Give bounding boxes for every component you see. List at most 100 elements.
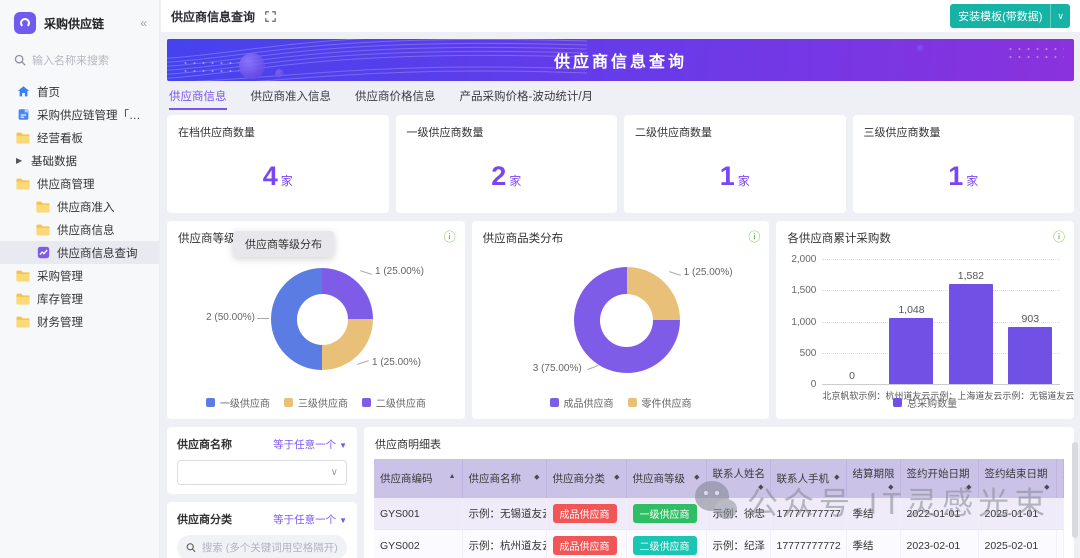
sidebar-item-inventory-mgmt[interactable]: 库存管理 xyxy=(0,287,159,310)
sort-icon: ◆ xyxy=(834,473,839,481)
legend-item[interactable]: 一级供应商 xyxy=(206,395,270,410)
col-header-settle[interactable]: 结算期限◆ xyxy=(846,459,900,498)
sidebar-item-home[interactable]: 首页 xyxy=(0,80,159,103)
folder-icon xyxy=(16,292,30,306)
table-row[interactable]: GYS002示例：杭州道友云 成品供应商 二级供应商 示例：纪泽17777777… xyxy=(374,530,1064,558)
stat-card-total-suppliers: 在档供应商数量 4家 xyxy=(167,115,389,213)
page: 采购供应链 « 输入名称来搜索 首页 采购供应链管理「必看说明」 经营看板 ▶ … xyxy=(0,0,1080,558)
table-row[interactable]: GYS001示例：无锡道友云 成品供应商 一级供应商 示例：徐忠17777777… xyxy=(374,498,1064,530)
sidebar-item-finance-mgmt[interactable]: 财务管理 xyxy=(0,310,159,333)
sidebar-item-manual[interactable]: 采购供应链管理「必看说明」 xyxy=(0,103,159,126)
category-search-input[interactable] xyxy=(202,542,338,554)
pie-label: 1 (25.00%) xyxy=(684,267,733,278)
col-header-phone[interactable]: 联系人手机◆ xyxy=(770,459,846,498)
y-axis-tick: 2,000 xyxy=(776,254,816,265)
vertical-scrollbar[interactable] xyxy=(1072,442,1078,538)
supplier-table: 供应商编码▲ 供应商名称◆ 供应商分类◆ 供应商等级◆ 联系人姓名◆ 联系人手机… xyxy=(374,459,1064,558)
supplier-table-card: 供应商明细表 供应商编码▲ 供应商名称◆ 供应商分类◆ xyxy=(364,427,1074,558)
leader-line xyxy=(669,271,681,276)
sidebar-search-placeholder: 输入名称来搜索 xyxy=(32,52,109,68)
sort-icon: ◆ xyxy=(966,483,971,491)
install-template-button[interactable]: 安装模板(带数据) ∨ xyxy=(950,4,1070,28)
col-header-start[interactable]: 签约开始日期◆ xyxy=(900,459,978,498)
legend-item[interactable]: 成品供应商 xyxy=(550,395,614,410)
info-icon[interactable]: ⓘ xyxy=(748,228,760,245)
info-icon[interactable]: ⓘ xyxy=(1053,228,1065,245)
category-search-box[interactable] xyxy=(177,535,347,558)
col-header-code[interactable]: 供应商编码▲ xyxy=(374,459,462,498)
col-header-address[interactable]: 供应商地址 xyxy=(1056,459,1064,498)
col-header-category[interactable]: 供应商分类◆ xyxy=(546,459,626,498)
category-badge: 成品供应商 xyxy=(553,504,617,523)
tab-bar: 供应商信息 供应商准入信息 供应商价格信息 产品采购价格-波动统计/月 xyxy=(169,83,1072,110)
col-header-contact[interactable]: 联系人姓名◆ xyxy=(706,459,770,498)
chart-report-icon xyxy=(36,246,50,260)
sidebar-item-dashboard[interactable]: 经营看板 xyxy=(0,126,159,149)
banner-circle-decoration xyxy=(917,45,924,52)
sidebar-search-input[interactable]: 输入名称来搜索 xyxy=(0,44,159,80)
sort-icon: ◆ xyxy=(534,473,539,481)
sidebar-item-basic-data[interactable]: ▶ 基础数据 xyxy=(0,149,159,172)
charts-row: 供应商等级分布 ⓘ 供应商等级分布 1 (25.00%) 2 (50.00%) … xyxy=(167,221,1074,419)
bar xyxy=(1008,327,1052,384)
bar-slot[interactable]: 0 xyxy=(822,259,881,384)
y-axis-tick: 1,500 xyxy=(776,285,816,296)
sidebar-collapse-icon[interactable]: « xyxy=(140,16,147,30)
tab-product-price-stats[interactable]: 产品采购价格-波动统计/月 xyxy=(460,83,594,110)
sidebar-item-purchase-mgmt[interactable]: 采购管理 xyxy=(0,264,159,287)
stat-card-level2-suppliers: 二级供应商数量 1家 xyxy=(624,115,846,213)
tab-supplier-access-info[interactable]: 供应商准入信息 xyxy=(251,83,332,110)
sort-asc-icon: ▲ xyxy=(449,473,456,480)
sidebar-item-supplier-mgmt[interactable]: 供应商管理 xyxy=(0,172,159,195)
banner: 供应商信息查询 xyxy=(167,39,1074,81)
chart-cumulative-purchases: 各供应商累计采购数 ⓘ 2,000 1,500 1,000 500 0 0 1,… xyxy=(776,221,1074,419)
sidebar-item-supplier-query[interactable]: 供应商信息查询 xyxy=(0,241,159,264)
dropdown-caret-icon: ▼ xyxy=(339,516,347,525)
category-donut-chart[interactable] xyxy=(574,267,680,373)
home-icon xyxy=(16,85,30,99)
filter-operator-dropdown[interactable]: 等于任意一个 ▼ xyxy=(273,437,347,452)
sidebar-item-supplier-info[interactable]: 供应商信息 xyxy=(0,218,159,241)
sort-icon: ◆ xyxy=(758,483,763,491)
bar-slot[interactable]: 1,048 xyxy=(882,259,941,384)
filter-supplier-name: 供应商名称 等于任意一个 ▼ ∨ xyxy=(167,427,357,494)
chart-legend: 总采购数量 xyxy=(776,395,1074,410)
level-donut-chart[interactable] xyxy=(271,268,373,370)
banner-title: 供应商信息查询 xyxy=(554,48,687,72)
col-header-end[interactable]: 签约结束日期◆ xyxy=(978,459,1056,498)
app-logo-icon xyxy=(14,12,36,34)
y-axis-tick: 1,000 xyxy=(776,317,816,328)
page-title: 供应商信息查询 xyxy=(171,8,255,25)
legend-item[interactable]: 二级供应商 xyxy=(362,395,426,410)
table-title: 供应商明细表 xyxy=(375,436,1064,452)
tab-supplier-info[interactable]: 供应商信息 xyxy=(169,83,227,110)
col-header-name[interactable]: 供应商名称◆ xyxy=(462,459,546,498)
bar-slot[interactable]: 903 xyxy=(1001,259,1060,384)
info-icon[interactable]: ⓘ xyxy=(444,228,456,245)
topbar: 供应商信息查询 安装模板(带数据) ∨ xyxy=(161,0,1080,32)
folder-icon xyxy=(36,223,50,237)
legend-item[interactable]: 零件供应商 xyxy=(628,395,692,410)
filter-operator-dropdown[interactable]: 等于任意一个 ▼ xyxy=(273,512,347,527)
tab-supplier-price-info[interactable]: 供应商价格信息 xyxy=(355,83,436,110)
app-name: 采购供应链 xyxy=(44,15,140,32)
chevron-down-icon[interactable]: ∨ xyxy=(1050,4,1070,28)
leader-line xyxy=(357,360,369,365)
sidebar-item-supplier-access[interactable]: 供应商准入 xyxy=(0,195,159,218)
banner-circle-decoration xyxy=(239,53,265,79)
legend-item[interactable]: 总采购数量 xyxy=(893,395,957,410)
app-logo-row: 采购供应链 « xyxy=(0,8,159,44)
col-header-level[interactable]: 供应商等级◆ xyxy=(626,459,706,498)
content: 供应商信息查询 供应商信息 供应商准入信息 供应商价格信息 产品采购价格-波动统… xyxy=(161,32,1080,558)
supplier-name-select[interactable]: ∨ xyxy=(177,460,347,485)
bottom-section: 供应商名称 等于任意一个 ▼ ∨ 供应商分类 等于任意一个 ▼ xyxy=(167,427,1074,558)
dropdown-caret-icon: ▼ xyxy=(339,441,347,450)
bar-slot[interactable]: 1,582 xyxy=(941,259,1000,384)
chart-supplier-category-distribution: 供应商品类分布 ⓘ 1 (25.00%) 3 (75.00%) 成品供应商 零件… xyxy=(472,221,770,419)
legend-item[interactable]: 三级供应商 xyxy=(284,395,348,410)
folder-icon xyxy=(36,200,50,214)
fullscreen-icon[interactable] xyxy=(265,11,276,22)
chart-legend: 一级供应商 三级供应商 二级供应商 xyxy=(167,395,465,410)
sort-icon: ◆ xyxy=(1044,483,1049,491)
leader-line xyxy=(587,365,599,370)
